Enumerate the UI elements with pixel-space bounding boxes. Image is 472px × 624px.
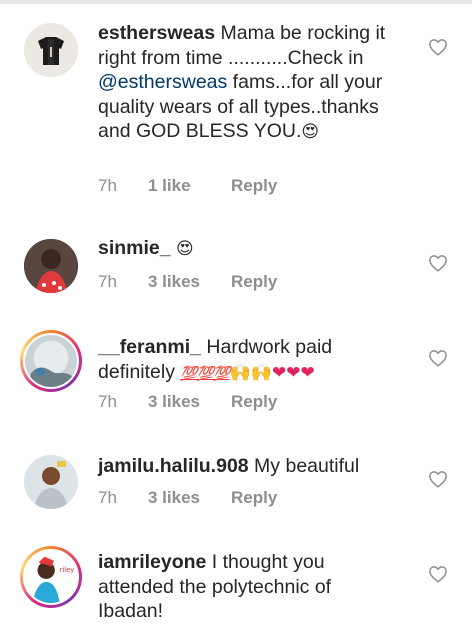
avatar-image xyxy=(24,23,78,77)
mention-link[interactable]: @esthersweas xyxy=(98,71,227,93)
reply-button[interactable]: Reply xyxy=(231,488,277,508)
avatar[interactable]: riley xyxy=(20,546,82,608)
comment-username[interactable]: jamilu.halilu.908 xyxy=(98,455,249,477)
comment-time: 7h xyxy=(98,488,117,507)
avatar[interactable] xyxy=(20,330,82,392)
comment-time: 7h xyxy=(98,392,117,411)
comment-meta: 7h 3 likes Reply xyxy=(98,392,277,412)
comment-likes[interactable]: 3 likes xyxy=(148,392,231,412)
comment-likes[interactable]: 1 like xyxy=(148,176,231,196)
comment-text: sinmie_ 😍 xyxy=(98,236,398,262)
comment-text: jamilu.halilu.908 My beautiful xyxy=(98,455,360,477)
top-divider xyxy=(0,0,472,4)
comment-time: 7h xyxy=(98,176,117,195)
hundred-points-emoji: 💯💯💯 xyxy=(180,365,230,382)
comment-meta: 7h 3 likes Reply xyxy=(98,488,277,508)
comment-text: iamrileyone I thought you attended the p… xyxy=(98,551,332,622)
avatar-image xyxy=(24,455,78,509)
avatar[interactable] xyxy=(24,455,78,509)
reply-button[interactable]: Reply xyxy=(231,272,277,292)
heart-eyes-emoji: 😍 xyxy=(301,122,320,142)
comment-username[interactable]: __feranmi_ xyxy=(98,336,201,358)
heart-eyes-emoji: 😍 xyxy=(176,239,194,259)
comment-username[interactable]: esthersweas xyxy=(98,22,215,44)
avatar[interactable] xyxy=(24,239,78,293)
comment-text: __feranmi_ Hardwork paid definitely 💯💯💯🙌… xyxy=(98,336,333,383)
comment-time: 7h xyxy=(98,272,117,291)
avatar-image xyxy=(24,239,78,293)
avatar-image xyxy=(25,335,77,387)
avatar-image: riley xyxy=(25,551,77,603)
avatar[interactable] xyxy=(24,23,78,77)
comment-meta: 7h 3 likes Reply xyxy=(98,272,277,292)
reply-button[interactable]: Reply xyxy=(231,176,277,196)
comment-likes[interactable]: 3 likes xyxy=(148,488,231,508)
comment-text: esthersweas Mama be rocking it right fro… xyxy=(98,22,386,142)
svg-text:riley: riley xyxy=(60,566,75,574)
raising-hands-emoji: 🙌🙌 xyxy=(229,362,273,383)
reply-button[interactable]: Reply xyxy=(231,392,277,412)
comment-username[interactable]: sinmie_ xyxy=(98,237,171,259)
heart-outline-icon[interactable] xyxy=(428,349,448,367)
comment-likes[interactable]: 3 likes xyxy=(148,272,231,292)
comment-meta: 7h 1 like Reply xyxy=(98,176,277,196)
heart-outline-icon[interactable] xyxy=(428,565,448,583)
heart-outline-icon[interactable] xyxy=(428,470,448,488)
heart-outline-icon[interactable] xyxy=(428,38,448,56)
comment-username[interactable]: iamrileyone xyxy=(98,551,206,573)
red-heart-emoji: ❤❤❤ xyxy=(272,362,315,383)
heart-outline-icon[interactable] xyxy=(428,254,448,272)
